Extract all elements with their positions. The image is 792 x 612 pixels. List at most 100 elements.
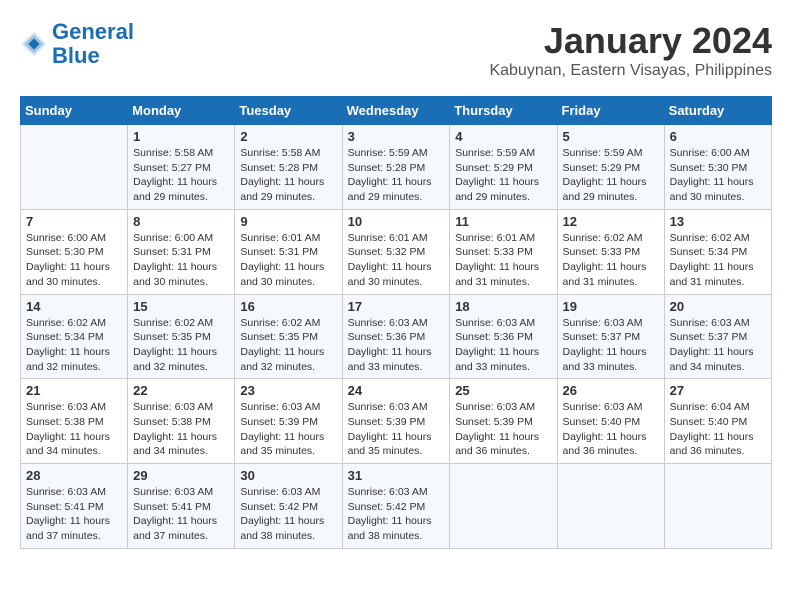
calendar-title: January 2024 [489,20,772,62]
calendar-cell: 11Sunrise: 6:01 AMSunset: 5:33 PMDayligh… [450,209,557,294]
header-row: SundayMondayTuesdayWednesdayThursdayFrid… [21,97,772,125]
day-number: 4 [455,129,551,144]
calendar-cell: 13 Sunrise: 6:02 AMSunset: 5:34 PMDayligh… [664,209,771,294]
day-info: Sunrise: 6:02 AMSunset: 5:33 PMDaylight:… [563,231,659,290]
calendar-cell: 18 Sunrise: 6:03 AMSunset: 5:36 PMDayligh… [450,294,557,379]
calendar-cell: 31 Sunrise: 6:03 AMSunset: 5:42 PMDayligh… [342,464,450,549]
calendar-cell: 4 Sunrise: 5:59 AMSunset: 5:29 PMDaylight… [450,125,557,210]
calendar-cell: 6 Sunrise: 6:00 AMSunset: 5:30 PMDaylight… [664,125,771,210]
logo-icon [20,30,48,58]
day-number: 18 [455,299,551,314]
day-number: 14 [26,299,122,314]
calendar-cell: 28 Sunrise: 6:03 AMSunset: 5:41 PMDayligh… [21,464,128,549]
calendar-cell [664,464,771,549]
calendar-cell [21,125,128,210]
day-number: 22 [133,383,229,398]
day-info: Sunrise: 6:03 AMSunset: 5:36 PMDaylight:… [348,316,445,375]
day-number: 30 [240,468,336,483]
header-thursday: Thursday [450,97,557,125]
day-info: Sunrise: 6:00 AMSunset: 5:30 PMDaylight:… [670,146,766,205]
calendar-cell: 15 Sunrise: 6:02 AMSunset: 5:35 PMDayligh… [128,294,235,379]
calendar-cell: 7 Sunrise: 6:00 AMSunset: 5:30 PMDaylight… [21,209,128,294]
day-number: 15 [133,299,229,314]
calendar-cell: 19Sunrise: 6:03 AMSunset: 5:37 PMDayligh… [557,294,664,379]
day-info: Sunrise: 5:58 AMSunset: 5:28 PMDaylight:… [240,146,336,205]
week-row-3: 14 Sunrise: 6:02 AMSunset: 5:34 PMDayligh… [21,294,772,379]
day-info: Sunrise: 6:03 AMSunset: 5:37 PMDaylight:… [563,316,659,375]
calendar-cell: 20 Sunrise: 6:03 AMSunset: 5:37 PMDayligh… [664,294,771,379]
header-saturday: Saturday [664,97,771,125]
header-sunday: Sunday [21,97,128,125]
day-number: 28 [26,468,122,483]
day-info: Sunrise: 6:02 AMSunset: 5:35 PMDaylight:… [240,316,336,375]
day-number: 24 [348,383,445,398]
day-number: 7 [26,214,122,229]
day-number: 12 [563,214,659,229]
day-info: Sunrise: 6:04 AMSunset: 5:40 PMDaylight:… [670,400,766,459]
calendar-cell: 12 Sunrise: 6:02 AMSunset: 5:33 PMDayligh… [557,209,664,294]
day-info: Sunrise: 6:03 AMSunset: 5:41 PMDaylight:… [133,485,229,544]
day-number: 31 [348,468,445,483]
day-info: Sunrise: 6:02 AMSunset: 5:34 PMDaylight:… [26,316,122,375]
day-number: 8 [133,214,229,229]
day-info: Sunrise: 6:03 AMSunset: 5:36 PMDaylight:… [455,316,551,375]
calendar-cell: 9Sunrise: 6:01 AMSunset: 5:31 PMDaylight… [235,209,342,294]
calendar-cell: 24 Sunrise: 6:03 AMSunset: 5:39 PMDayligh… [342,379,450,464]
calendar-cell: 17 Sunrise: 6:03 AMSunset: 5:36 PMDayligh… [342,294,450,379]
calendar-cell: 30 Sunrise: 6:03 AMSunset: 5:42 PMDayligh… [235,464,342,549]
day-number: 20 [670,299,766,314]
day-info: Sunrise: 6:03 AMSunset: 5:39 PMDaylight:… [240,400,336,459]
day-info: Sunrise: 6:03 AMSunset: 5:42 PMDaylight:… [240,485,336,544]
calendar-cell: 2 Sunrise: 5:58 AMSunset: 5:28 PMDaylight… [235,125,342,210]
week-row-2: 7 Sunrise: 6:00 AMSunset: 5:30 PMDaylight… [21,209,772,294]
day-number: 21 [26,383,122,398]
title-area: January 2024 Kabuynan, Eastern Visayas, … [489,20,772,80]
calendar-cell: 10Sunrise: 6:01 AMSunset: 5:32 PMDayligh… [342,209,450,294]
day-info: Sunrise: 5:59 AMSunset: 5:29 PMDaylight:… [563,146,659,205]
header-monday: Monday [128,97,235,125]
calendar-cell: 1 Sunrise: 5:58 AMSunset: 5:27 PMDaylight… [128,125,235,210]
calendar-cell: 8 Sunrise: 6:00 AMSunset: 5:31 PMDaylight… [128,209,235,294]
day-number: 2 [240,129,336,144]
calendar-cell: 25Sunrise: 6:03 AMSunset: 5:39 PMDayligh… [450,379,557,464]
day-info: Sunrise: 6:01 AMSunset: 5:33 PMDaylight:… [455,231,551,290]
page-header: General Blue January 2024 Kabuynan, East… [20,20,772,80]
calendar-subtitle: Kabuynan, Eastern Visayas, Philippines [489,62,772,80]
calendar-cell [557,464,664,549]
day-info: Sunrise: 6:01 AMSunset: 5:31 PMDaylight:… [240,231,336,290]
day-number: 29 [133,468,229,483]
header-tuesday: Tuesday [235,97,342,125]
day-info: Sunrise: 6:00 AMSunset: 5:30 PMDaylight:… [26,231,122,290]
day-number: 27 [670,383,766,398]
day-info: Sunrise: 6:02 AMSunset: 5:34 PMDaylight:… [670,231,766,290]
calendar-cell: 22Sunrise: 6:03 AMSunset: 5:38 PMDayligh… [128,379,235,464]
day-info: Sunrise: 6:03 AMSunset: 5:42 PMDaylight:… [348,485,445,544]
calendar-cell: 26Sunrise: 6:03 AMSunset: 5:40 PMDayligh… [557,379,664,464]
calendar-cell: 27 Sunrise: 6:04 AMSunset: 5:40 PMDayligh… [664,379,771,464]
day-info: Sunrise: 6:03 AMSunset: 5:38 PMDaylight:… [26,400,122,459]
day-info: Sunrise: 6:00 AMSunset: 5:31 PMDaylight:… [133,231,229,290]
day-info: Sunrise: 6:01 AMSunset: 5:32 PMDaylight:… [348,231,445,290]
calendar-cell: 23Sunrise: 6:03 AMSunset: 5:39 PMDayligh… [235,379,342,464]
day-number: 16 [240,299,336,314]
day-info: Sunrise: 5:59 AMSunset: 5:29 PMDaylight:… [455,146,551,205]
day-number: 26 [563,383,659,398]
logo: General Blue [20,20,134,68]
day-number: 1 [133,129,229,144]
logo-text: General Blue [52,20,134,68]
calendar-cell: 21 Sunrise: 6:03 AMSunset: 5:38 PMDayligh… [21,379,128,464]
calendar-cell: 29 Sunrise: 6:03 AMSunset: 5:41 PMDayligh… [128,464,235,549]
day-info: Sunrise: 6:03 AMSunset: 5:41 PMDaylight:… [26,485,122,544]
week-row-5: 28 Sunrise: 6:03 AMSunset: 5:41 PMDayligh… [21,464,772,549]
day-info: Sunrise: 5:58 AMSunset: 5:27 PMDaylight:… [133,146,229,205]
day-number: 6 [670,129,766,144]
day-info: Sunrise: 6:03 AMSunset: 5:39 PMDaylight:… [348,400,445,459]
day-info: Sunrise: 6:02 AMSunset: 5:35 PMDaylight:… [133,316,229,375]
header-wednesday: Wednesday [342,97,450,125]
week-row-1: 1 Sunrise: 5:58 AMSunset: 5:27 PMDaylight… [21,125,772,210]
day-number: 17 [348,299,445,314]
day-info: Sunrise: 6:03 AMSunset: 5:37 PMDaylight:… [670,316,766,375]
day-number: 13 [670,214,766,229]
calendar-cell: 3Sunrise: 5:59 AMSunset: 5:28 PMDaylight… [342,125,450,210]
calendar-cell [450,464,557,549]
